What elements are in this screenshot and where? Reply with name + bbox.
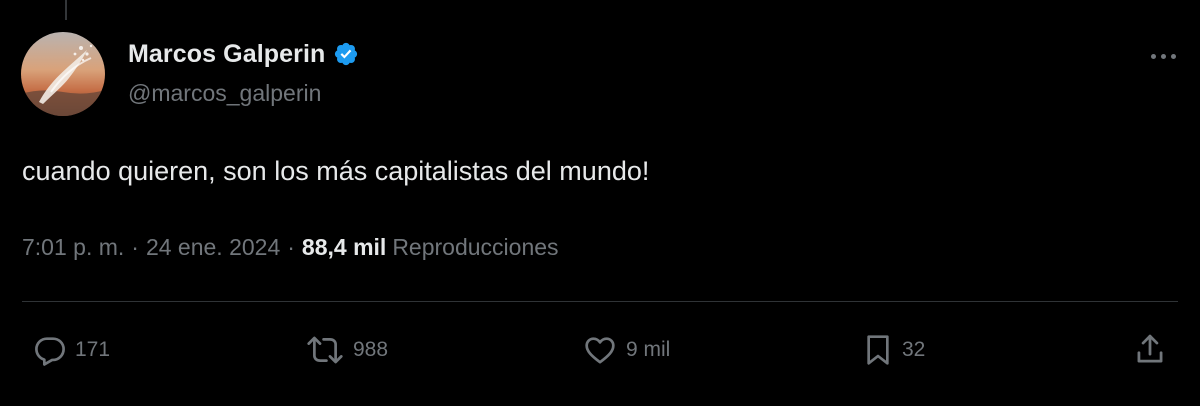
meta-separator: · (287, 233, 295, 260)
avatar-image (21, 32, 105, 116)
like-button[interactable]: 9 mil (582, 332, 670, 368)
tweet-date[interactable]: 24 ene. 2024 (146, 234, 280, 261)
views-label[interactable]: Reproducciones (392, 234, 558, 261)
share-button[interactable] (1133, 332, 1167, 368)
author-name-row[interactable]: Marcos Galperin (128, 37, 359, 71)
repost-arrows-icon (307, 336, 343, 364)
verified-badge-icon[interactable] (333, 41, 359, 67)
author-handle[interactable]: @marcos_galperin (128, 80, 321, 107)
tweet-time[interactable]: 7:01 p. m. (22, 234, 124, 261)
like-count: 9 mil (626, 338, 671, 361)
reply-bubble-icon (35, 337, 65, 366)
views-count[interactable]: 88,4 mil (302, 234, 386, 261)
heart-icon (585, 337, 615, 364)
repost-count: 988 (353, 338, 389, 361)
actions-divider (22, 301, 1178, 302)
bookmark-count: 32 (902, 338, 926, 361)
share-upload-icon (1137, 334, 1163, 363)
bookmark-icon (867, 335, 889, 365)
more-dot (1170, 53, 1176, 59)
more-dot (1160, 53, 1166, 59)
repost-button[interactable]: 988 (305, 332, 388, 368)
meta-separator: · (131, 233, 139, 260)
author-display-name[interactable]: Marcos Galperin (128, 40, 325, 69)
avatar[interactable] (21, 32, 105, 116)
reply-count: 171 (75, 338, 111, 361)
more-dot (1150, 53, 1156, 59)
tweet-metadata: 7:01 p. m. · 24 ene. 2024 · 88,4 mil Rep… (22, 230, 559, 264)
thread-connector-line (65, 0, 67, 20)
bookmark-button[interactable]: 32 (862, 332, 925, 368)
reply-button[interactable]: 171 (33, 332, 110, 368)
more-horizontal-icon[interactable] (1141, 41, 1185, 71)
tweet-text: cuando quieren, son los más capitalistas… (22, 156, 650, 186)
